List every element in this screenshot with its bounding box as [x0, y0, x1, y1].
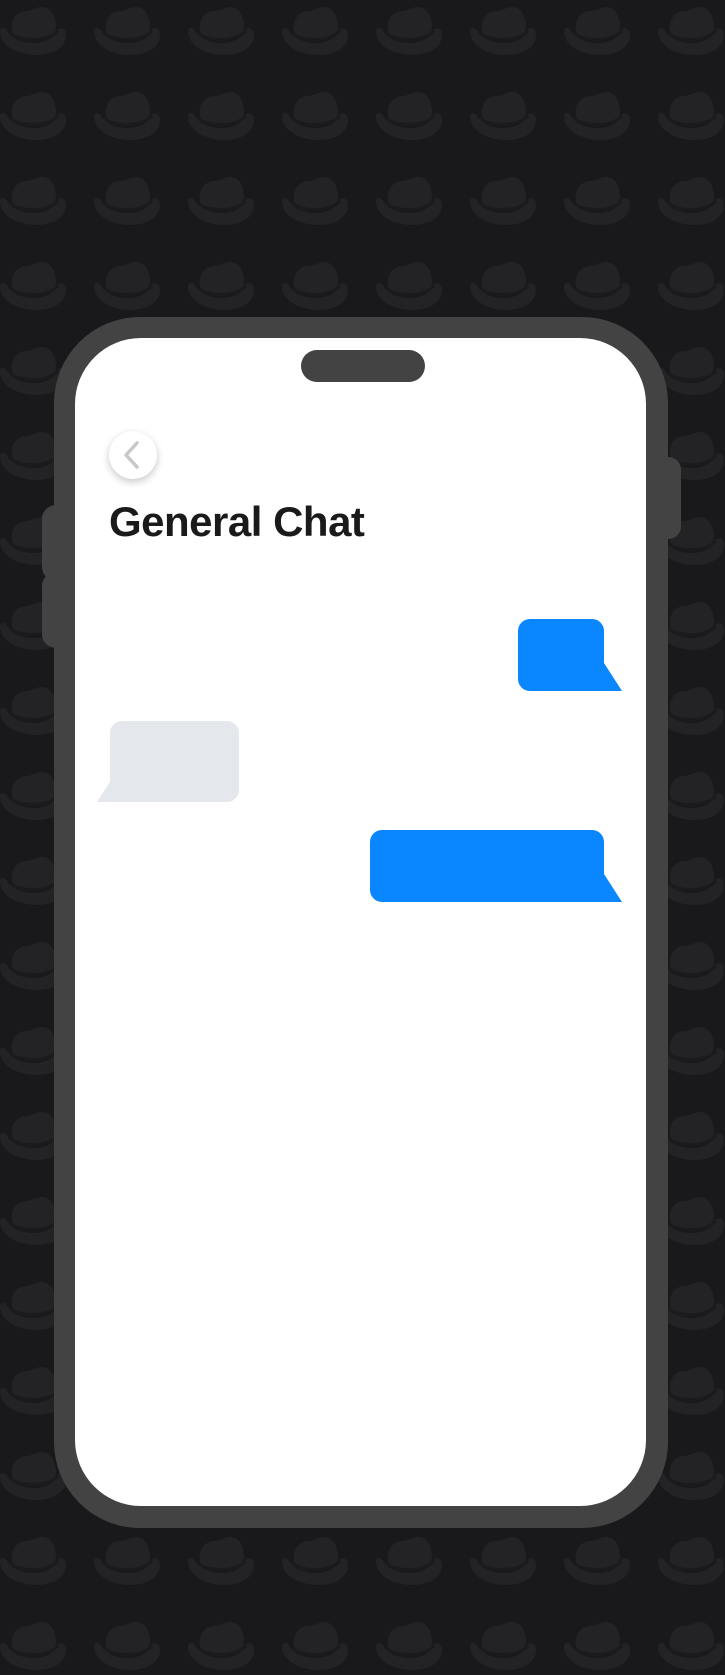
fedora-hat-icon — [656, 1620, 725, 1672]
fedora-hat-icon — [656, 345, 725, 397]
fedora-hat-icon — [562, 175, 632, 227]
fedora-hat-icon — [656, 175, 725, 227]
chevron-left-icon — [124, 441, 139, 469]
fedora-hat-icon — [92, 1620, 162, 1672]
fedora-hat-icon — [468, 1535, 538, 1587]
message-bubble-sent[interactable] — [370, 830, 622, 902]
fedora-hat-icon — [0, 90, 68, 142]
dynamic-island — [301, 350, 425, 382]
fedora-hat-icon — [92, 260, 162, 312]
message-bubble-sent[interactable] — [518, 619, 622, 691]
fedora-hat-icon — [186, 5, 256, 57]
fedora-hat-icon — [0, 5, 68, 57]
fedora-hat-icon — [374, 1535, 444, 1587]
fedora-hat-icon — [92, 175, 162, 227]
message-tail — [97, 774, 127, 802]
fedora-hat-icon — [186, 1620, 256, 1672]
fedora-hat-icon — [562, 260, 632, 312]
fedora-hat-icon — [656, 260, 725, 312]
fedora-hat-icon — [656, 90, 725, 142]
fedora-hat-icon — [186, 1535, 256, 1587]
fedora-hat-icon — [468, 1620, 538, 1672]
message-tail — [592, 663, 622, 691]
fedora-hat-icon — [562, 1620, 632, 1672]
back-button[interactable] — [109, 431, 157, 479]
fedora-hat-icon — [468, 90, 538, 142]
fedora-hat-icon — [280, 1535, 350, 1587]
fedora-hat-icon — [0, 1620, 68, 1672]
fedora-hat-icon — [374, 260, 444, 312]
fedora-hat-icon — [562, 5, 632, 57]
fedora-hat-icon — [468, 5, 538, 57]
fedora-hat-icon — [92, 90, 162, 142]
fedora-hat-icon — [0, 1535, 68, 1587]
fedora-hat-icon — [374, 5, 444, 57]
page-title: General Chat — [109, 498, 365, 545]
fedora-hat-icon — [280, 90, 350, 142]
fedora-hat-icon — [186, 175, 256, 227]
fedora-hat-icon — [374, 1620, 444, 1672]
fedora-hat-icon — [562, 1535, 632, 1587]
fedora-hat-icon — [280, 175, 350, 227]
phone-screen: General Chat — [75, 338, 646, 1506]
fedora-hat-icon — [0, 175, 68, 227]
fedora-hat-icon — [374, 90, 444, 142]
fedora-hat-icon — [656, 1535, 725, 1587]
fedora-hat-icon — [0, 260, 68, 312]
fedora-hat-icon — [186, 260, 256, 312]
message-bubble-body — [370, 830, 604, 902]
fedora-hat-icon — [656, 5, 725, 57]
fedora-hat-icon — [562, 90, 632, 142]
fedora-hat-icon — [280, 260, 350, 312]
message-bubble-body — [110, 721, 239, 802]
fedora-hat-icon — [280, 1620, 350, 1672]
message-bubble-received[interactable] — [97, 721, 239, 802]
fedora-hat-icon — [656, 1450, 725, 1502]
fedora-hat-icon — [374, 175, 444, 227]
fedora-hat-icon — [92, 5, 162, 57]
fedora-hat-icon — [468, 175, 538, 227]
fedora-hat-icon — [92, 1535, 162, 1587]
message-tail — [592, 874, 622, 902]
fedora-hat-icon — [280, 5, 350, 57]
fedora-hat-icon — [468, 260, 538, 312]
fedora-hat-icon — [186, 90, 256, 142]
